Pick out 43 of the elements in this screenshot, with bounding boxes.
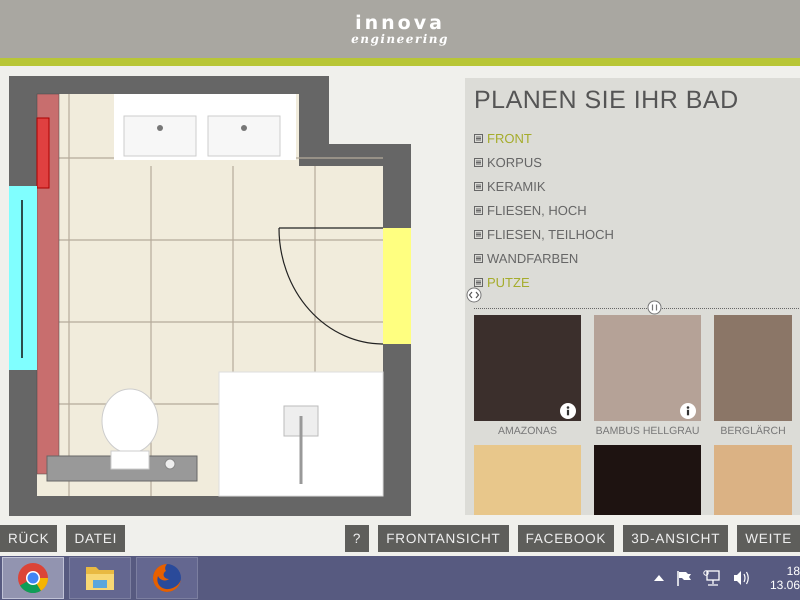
category-link[interactable]: KORPUS bbox=[474, 150, 800, 174]
flag-icon[interactable] bbox=[676, 570, 691, 586]
wood-swatch[interactable] bbox=[714, 315, 792, 421]
list-bullet-icon bbox=[474, 230, 483, 238]
firefox-app-button[interactable] bbox=[136, 557, 198, 599]
clock-date[interactable]: 13.06 bbox=[770, 578, 800, 592]
list-bullet-icon bbox=[474, 206, 483, 214]
chrome-app-button[interactable] bbox=[2, 557, 64, 599]
swatch-label: BERGLÄRCH bbox=[720, 425, 786, 437]
resize-handle-icon[interactable] bbox=[466, 287, 482, 303]
toolbar-button[interactable]: 3D-ANSICHT bbox=[623, 524, 728, 552]
category-link[interactable]: WANDFARBEN bbox=[474, 246, 800, 270]
caret-up-icon[interactable] bbox=[654, 575, 664, 581]
category-link[interactable]: FLIESEN, HOCH bbox=[474, 198, 800, 222]
info-icon[interactable] bbox=[680, 403, 696, 419]
info-icon[interactable] bbox=[560, 403, 576, 419]
list-bullet-icon bbox=[474, 158, 483, 166]
toolbar-button[interactable]: WEITE bbox=[737, 524, 800, 552]
list-bullet-icon bbox=[474, 278, 483, 286]
toolbar-button[interactable]: DATEI bbox=[66, 524, 126, 552]
resize-handle-icon[interactable] bbox=[647, 300, 662, 315]
swatch-label: BAMBUS HELLGRAU bbox=[596, 425, 700, 437]
network-icon[interactable] bbox=[703, 570, 721, 586]
list-bullet-icon bbox=[474, 134, 483, 142]
toolbar-button[interactable]: ? bbox=[344, 524, 370, 552]
panel-title: PLANEN SIE IHR BAD bbox=[474, 86, 740, 115]
logo-text: innova bbox=[355, 14, 445, 32]
wood-swatch[interactable] bbox=[474, 315, 581, 421]
speaker-icon[interactable] bbox=[733, 570, 750, 586]
toolbar-button[interactable]: FACEBOOK bbox=[518, 524, 614, 552]
logo-tagline: engineering bbox=[351, 32, 449, 44]
toolbar-button[interactable]: FRONTANSICHT bbox=[378, 524, 509, 552]
category-link[interactable]: KERAMIK bbox=[474, 174, 800, 198]
category-link[interactable]: FLIESEN, TEILHOCH bbox=[474, 222, 800, 246]
clock-time[interactable]: 18 bbox=[786, 564, 800, 578]
fox-globe-icon bbox=[151, 562, 183, 594]
wood-swatch[interactable] bbox=[594, 315, 701, 421]
list-bullet-icon bbox=[474, 182, 483, 190]
browser-icon bbox=[17, 562, 49, 594]
swatch-label: AMAZONAS bbox=[498, 425, 557, 437]
toolbar-button[interactable]: RÜCK bbox=[0, 524, 58, 552]
folder-app-button[interactable] bbox=[69, 557, 131, 599]
list-bullet-icon bbox=[474, 254, 483, 262]
